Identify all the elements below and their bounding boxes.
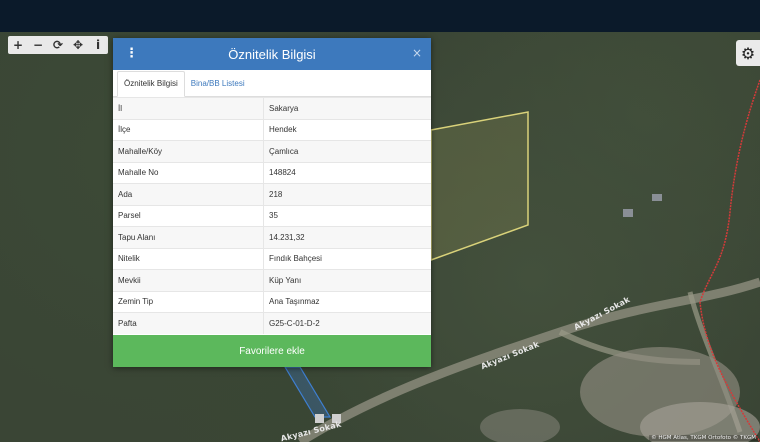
attribute-value: Hendek <box>263 118 431 141</box>
move-icon[interactable]: ✥ <box>68 36 88 54</box>
gear-icon[interactable]: ⚙ <box>736 40 760 66</box>
table-row: Nitelik Fındık Bahçesi <box>113 247 431 270</box>
parcel-polygon <box>430 111 529 262</box>
attribute-key: Ada <box>113 183 264 205</box>
attribute-value: 35 <box>263 204 431 227</box>
attribute-dialog: ⋮ Öznitelik Bilgisi × Öznitelik Bilgisi … <box>113 38 431 367</box>
table-row: İlçe Hendek <box>113 118 431 141</box>
attribute-value: Ana Taşınmaz <box>263 290 431 313</box>
attribute-key: Pafta <box>113 312 264 334</box>
attribute-value: Fındık Bahçesi <box>263 247 431 270</box>
add-to-favorites-button[interactable]: Favorilere ekle <box>113 335 431 367</box>
top-bar <box>0 0 760 32</box>
dialog-tabs: Öznitelik Bilgisi Bina/BB Listesi <box>113 70 431 97</box>
table-row: İl Sakarya <box>113 97 431 119</box>
attribute-key: İl <box>113 97 264 119</box>
table-row: Pafta G25-C-01-D-2 <box>113 312 431 334</box>
refresh-icon[interactable]: ⟳ <box>48 36 68 54</box>
info-icon[interactable]: i <box>88 36 108 54</box>
table-row: Mevkii Küp Yanı <box>113 269 431 291</box>
table-row: Ada 218 <box>113 183 431 205</box>
attribute-key: Mahalle/Köy <box>113 140 264 162</box>
dialog-header: ⋮ Öznitelik Bilgisi × <box>113 38 431 70</box>
attribute-value: Küp Yanı <box>263 269 431 291</box>
menu-icon[interactable]: ⋮ <box>125 46 138 61</box>
table-row: Mahalle No 148824 <box>113 161 431 184</box>
attribute-key: Tapu Alanı <box>113 226 264 248</box>
table-row: Parsel 35 <box>113 204 431 227</box>
map-attribution: © HGM Atlas, TKGM Ortofoto © TKGM <box>649 435 758 441</box>
table-row: Mahalle/Köy Çamlıca <box>113 140 431 162</box>
attribute-value: Sakarya <box>263 97 431 119</box>
attribute-value: Çamlıca <box>263 140 431 162</box>
attribute-key: Mevkii <box>113 269 264 291</box>
attribute-value: 218 <box>263 183 431 205</box>
attribute-key: Mahalle No <box>113 161 264 184</box>
attribute-key: Parsel <box>113 204 264 227</box>
attribute-value: G25-C-01-D-2 <box>263 312 431 334</box>
map-toolbar: + − ⟳ ✥ i <box>8 36 108 54</box>
close-icon[interactable]: × <box>412 46 422 60</box>
attribute-key: Zemin Tip <box>113 290 264 313</box>
attribute-table: İl Sakarya İlçe Hendek Mahalle/Köy Çamlıca Mah… <box>113 97 431 334</box>
zoom-out-icon[interactable]: − <box>28 36 48 54</box>
attribute-value: 148824 <box>263 161 431 184</box>
tab-attributes[interactable]: Öznitelik Bilgisi <box>117 71 185 97</box>
table-row: Zemin Tip Ana Taşınmaz <box>113 290 431 313</box>
building-outline <box>283 366 332 418</box>
zoom-in-icon[interactable]: + <box>8 36 28 54</box>
table-row: Tapu Alanı 14.231,32 <box>113 226 431 248</box>
attribute-key: Nitelik <box>113 247 264 270</box>
dialog-title: Öznitelik Bilgisi <box>228 46 316 62</box>
attribute-key: İlçe <box>113 118 264 141</box>
tab-building-list[interactable]: Bina/BB Listesi <box>185 72 251 96</box>
attribute-value: 14.231,32 <box>263 226 431 248</box>
